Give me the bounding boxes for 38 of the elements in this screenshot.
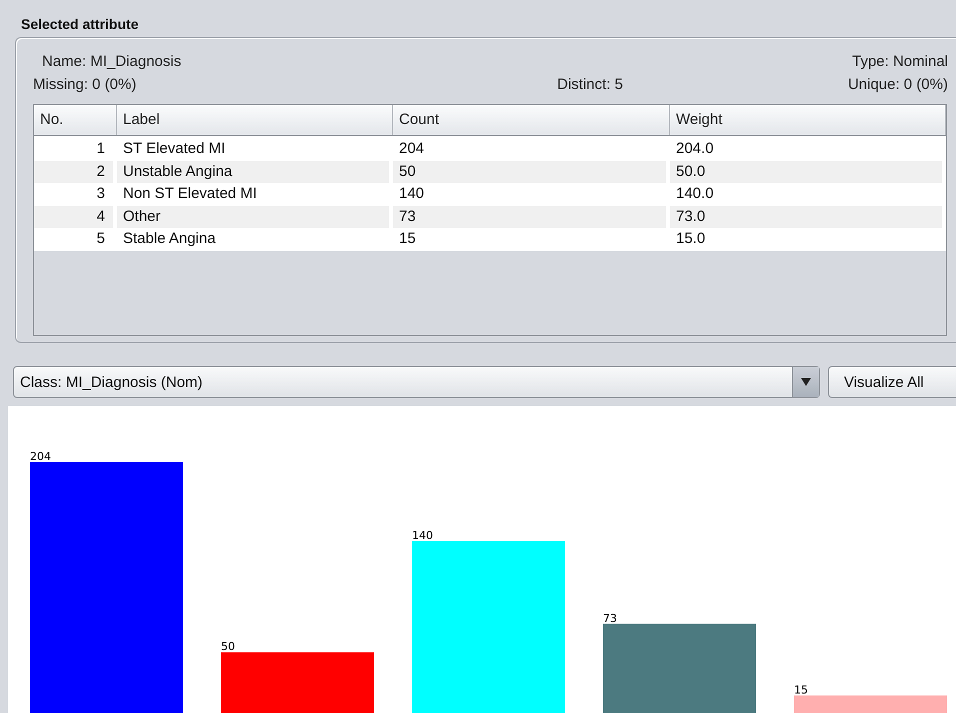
visualize-all-button[interactable]: Visualize All [828, 366, 956, 398]
table-cell: 50.0 [670, 160, 942, 183]
dropdown-arrow-icon [800, 378, 811, 386]
table-cell-text: ST Elevated MI [122, 139, 226, 159]
table-cell-text: 15 [398, 229, 417, 249]
column-header[interactable]: Count [393, 105, 670, 135]
table-cell: 73 [393, 206, 666, 228]
table-cell-text: 3 [96, 184, 106, 204]
column-header[interactable]: Weight [670, 105, 946, 135]
table-cell-text: Stable Angina [122, 229, 217, 249]
missing-label: Missing: 0 (0%) [33, 76, 136, 93]
bar-value-label: 73 [603, 612, 617, 625]
column-header[interactable]: No. [34, 105, 117, 135]
table-cell: Other [117, 206, 389, 228]
table-cell: 2 [34, 160, 113, 183]
bar-value-label: 15 [794, 683, 808, 696]
table-cell-text: 140.0 [675, 184, 715, 204]
table-cell-text: 204.0 [675, 139, 715, 159]
table-cell-text: Non ST Elevated MI [122, 184, 258, 204]
table-cell: 50 [393, 160, 666, 183]
bar-value-label: 204 [30, 450, 51, 463]
bar-value-label: 50 [221, 640, 235, 654]
table-cell-text: 5 [96, 229, 106, 249]
section-title: Selected attribute [20, 15, 140, 34]
type-label: Type: Nominal [852, 53, 948, 70]
table-cell-text: 15.0 [675, 229, 706, 249]
table-cell-text: 1 [96, 139, 106, 159]
unique-label: Unique: 0 (0%) [848, 76, 948, 93]
table-cell: 4 [34, 206, 113, 228]
bar-value-label: 140 [412, 529, 433, 542]
distinct-label: Distinct: 5 [557, 76, 623, 93]
column-header[interactable]: Label [117, 105, 393, 135]
table-cell-text: 140 [398, 184, 426, 204]
class-dropdown[interactable]: Class: MI_Diagnosis (Nom) [13, 366, 820, 398]
table-cell: 73.0 [670, 206, 942, 228]
table-cell: Unstable Angina [117, 160, 389, 183]
table-cell-text: 204 [398, 139, 426, 159]
name-label: Name: MI_Diagnosis [42, 53, 182, 70]
